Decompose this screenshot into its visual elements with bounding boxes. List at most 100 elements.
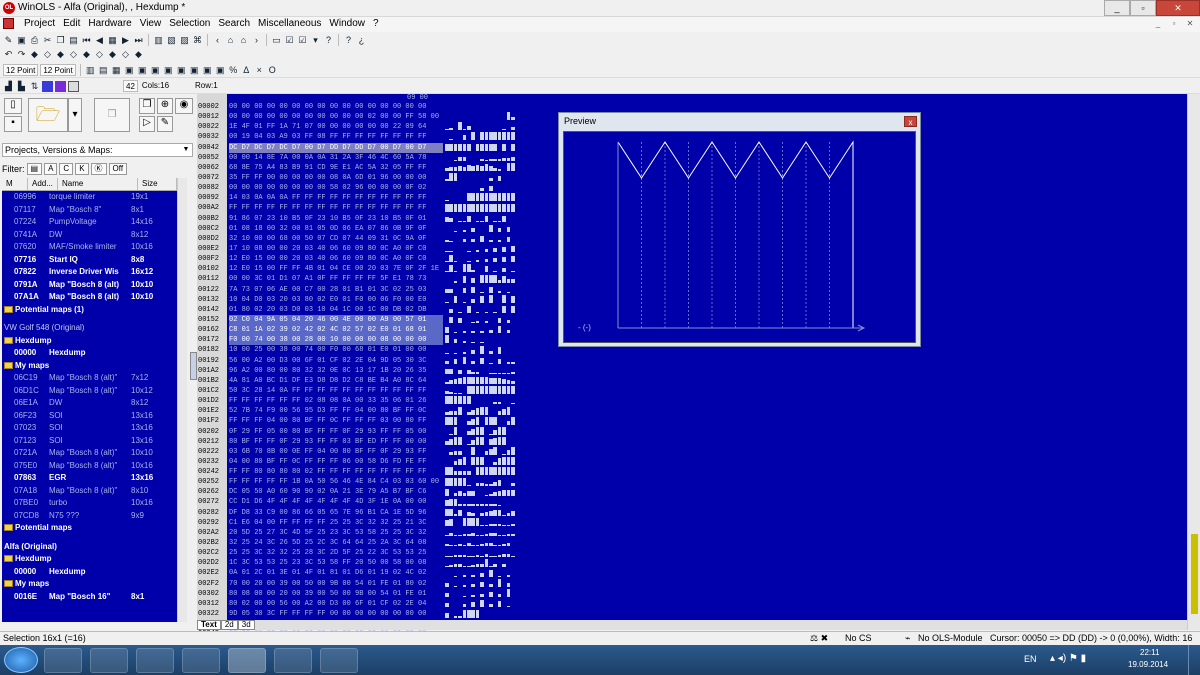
tool1-icon[interactable]: ◆ bbox=[29, 49, 40, 60]
list-item[interactable]: 06996 torque limiter 19x1 bbox=[2, 191, 177, 204]
filter-a-button[interactable]: A bbox=[44, 163, 58, 175]
hex-row[interactable]: 04 00 80 BF FF 0C FF FF FF 06 00 58 D6 F… bbox=[229, 457, 443, 467]
format6-icon[interactable]: ▣ bbox=[189, 65, 200, 76]
minimize-button[interactable]: _ bbox=[1104, 0, 1130, 16]
rows-icon[interactable]: ▤ bbox=[98, 65, 109, 76]
next-icon[interactable]: ▶ bbox=[120, 35, 131, 46]
copy-icon[interactable]: ❐ bbox=[55, 35, 66, 46]
project-tool4-button[interactable]: ▷ bbox=[139, 116, 155, 132]
context-help-icon[interactable]: ¿ bbox=[356, 35, 367, 46]
mdi-minimize-button[interactable]: _ bbox=[1152, 18, 1164, 29]
hex-row[interactable]: 00 00 00 00 00 00 00 00 00 00 00 02 00 0… bbox=[229, 112, 443, 122]
font-size-1[interactable]: 12 Point bbox=[3, 64, 39, 76]
hex-row[interactable]: 0A 01 2C 01 3E 01 4F 01 81 01 D6 01 19 0… bbox=[229, 568, 443, 578]
menu-item-hardware[interactable]: Hardware bbox=[84, 18, 135, 29]
open-icon[interactable]: ✎ bbox=[3, 35, 14, 46]
hex-row[interactable]: 68 8E 75 A4 83 B9 91 CD 9E E1 AC 5A 32 0… bbox=[229, 163, 443, 173]
tool8-icon[interactable]: ◇ bbox=[120, 49, 131, 60]
hex-row[interactable]: 14 03 0A 0A 0A FF FF FF FF FF FF FF FF F… bbox=[229, 193, 443, 203]
format4-icon[interactable]: ▣ bbox=[163, 65, 174, 76]
sort-icon[interactable]: ⇅ bbox=[29, 81, 40, 92]
hex-row[interactable]: DC D7 DC D7 DC D7 00 D7 DD D7 DD D7 00 D… bbox=[229, 142, 443, 153]
menu-item-edit[interactable]: Edit bbox=[59, 18, 84, 29]
info-icon[interactable]: ? bbox=[343, 35, 354, 46]
list-item[interactable]: 07117 Map "Bosch 8" 8x1 bbox=[2, 204, 177, 217]
new-project-button[interactable]: ▯ bbox=[4, 98, 22, 114]
menu-item-[interactable]: ? bbox=[369, 18, 383, 29]
list-item[interactable]: 0741A DW 8x12 bbox=[2, 229, 177, 242]
forward-icon[interactable]: › bbox=[251, 35, 262, 46]
cols-field[interactable]: Cols:16 bbox=[140, 80, 171, 92]
hex-row[interactable]: 32 10 00 00 68 00 50 07 CD 07 44 09 31 0… bbox=[229, 234, 443, 244]
list-item[interactable]: 07A18 Map "Bosch 8 (alt)" 8x10 bbox=[2, 485, 177, 498]
home2-icon[interactable]: ⌂ bbox=[238, 35, 249, 46]
grid-icon[interactable]: ▦ bbox=[107, 35, 118, 46]
internet-explorer-icon[interactable] bbox=[90, 648, 128, 673]
open-dropdown-button[interactable]: ▾ bbox=[68, 98, 82, 132]
projects-combo[interactable]: Projects, Versions & Maps: ▼ bbox=[2, 143, 193, 157]
potential-maps-2[interactable]: Potential maps bbox=[2, 522, 177, 535]
hex-row[interactable]: 80 BF FF FF 0F 29 93 FF FF 03 BF ED FF F… bbox=[229, 437, 443, 447]
filter-off-button[interactable]: Off bbox=[108, 163, 128, 175]
header-size[interactable]: Size bbox=[138, 178, 177, 190]
mdi-restore-button[interactable]: ▫ bbox=[1168, 18, 1180, 29]
list-item[interactable]: 075E0 Map "Bosch 8 (alt)" 10x16 bbox=[2, 460, 177, 473]
hex-row[interactable]: 03 6B 70 8B 00 0E FF 04 00 80 BF FF 0F 2… bbox=[229, 447, 443, 457]
hex-row[interactable]: 01 08 18 00 32 00 81 05 0D 06 EA 07 86 0… bbox=[229, 224, 443, 234]
menu-item-search[interactable]: Search bbox=[214, 18, 254, 29]
hex-row[interactable]: FF FF FF FF FF FF FF FF FF FF FF FF FF F… bbox=[229, 203, 443, 213]
print-icon[interactable]: ⎙ bbox=[29, 35, 40, 46]
hex-row[interactable]: 12 E0 15 00 FF FF 4B 01 04 CE 00 20 03 7… bbox=[229, 264, 443, 274]
document-icon[interactable] bbox=[3, 18, 14, 29]
percent-icon[interactable]: % bbox=[228, 65, 239, 76]
maximize-button[interactable]: ▫ bbox=[1130, 0, 1156, 16]
clock-date[interactable]: 19.09.2014 bbox=[1128, 660, 1168, 669]
tool7-icon[interactable]: ◆ bbox=[107, 49, 118, 60]
row-field[interactable]: Row:1 bbox=[193, 80, 220, 92]
dropdown-icon[interactable]: ▾ bbox=[310, 35, 321, 46]
tab-text[interactable]: Text bbox=[197, 620, 221, 630]
show-desktop-button[interactable] bbox=[1188, 645, 1200, 675]
preview-window[interactable]: Preview x - (-) bbox=[558, 112, 921, 347]
project-tool3-button[interactable]: ◉ bbox=[175, 98, 193, 114]
hex-row[interactable]: C1 E6 04 00 FF FF FF FF 25 25 3C 32 32 2… bbox=[229, 518, 443, 528]
project-list-scrollbar[interactable] bbox=[177, 178, 187, 622]
hex-row[interactable]: FF FF 80 80 80 80 02 FF FF FF FF FF FF F… bbox=[229, 467, 443, 477]
format7-icon[interactable]: ▣ bbox=[202, 65, 213, 76]
hex-row[interactable]: FF FF FF 04 00 80 BF FF 0C FF FF FF 03 0… bbox=[229, 416, 443, 426]
clock-time[interactable]: 22:11 bbox=[1140, 648, 1159, 657]
hex-row[interactable]: 35 FF FF 00 00 00 00 00 08 0A 6D 01 96 0… bbox=[229, 173, 443, 183]
window-icon[interactable]: ▭ bbox=[271, 35, 282, 46]
open-project-button[interactable]: 🗁 bbox=[28, 98, 68, 132]
project-tree[interactable]: M Add... Name Size 06996 torque limiter 19… bbox=[2, 178, 177, 622]
hexdump-group-2[interactable]: Hexdump bbox=[2, 335, 177, 348]
previous-icon[interactable]: ◀ bbox=[94, 35, 105, 46]
hex-row[interactable]: DC 05 50 A0 60 90 90 02 0A 21 3E 79 A5 B… bbox=[229, 487, 443, 497]
header-address[interactable]: Add... bbox=[28, 178, 58, 190]
list-item[interactable]: 07822 Inverse Driver Wis 16x12 bbox=[2, 266, 177, 279]
hex-row[interactable]: 17 10 08 00 00 20 03 40 06 60 09 80 0C A… bbox=[229, 244, 443, 254]
my-maps-group-3[interactable]: My maps bbox=[2, 578, 177, 591]
format5-icon[interactable]: ▣ bbox=[176, 65, 187, 76]
hexdump-scrollbar[interactable] bbox=[1187, 94, 1200, 630]
hex-row[interactable]: 00 00 3C 01 D1 07 A1 0F FF FF FF FF 5F E… bbox=[229, 274, 443, 284]
filter-chart-button[interactable]: ▤ bbox=[26, 163, 43, 175]
back-icon[interactable]: ‹ bbox=[212, 35, 223, 46]
help-icon[interactable]: ? bbox=[323, 35, 334, 46]
scroll-thumb[interactable] bbox=[1191, 534, 1198, 614]
list-item[interactable]: 07BE0 turbo 10x16 bbox=[2, 497, 177, 510]
tab-2d[interactable]: 2d bbox=[220, 620, 238, 630]
chart2-icon[interactable]: ▙ bbox=[16, 81, 27, 92]
filter-c-button[interactable]: C bbox=[59, 163, 74, 175]
chart-icon[interactable]: ▟ bbox=[3, 81, 14, 92]
tray-icons[interactable]: ▴ ◂) ⚑ ▮ bbox=[1050, 653, 1086, 664]
list-item[interactable]: 07224 PumpVoltage 14x16 bbox=[2, 216, 177, 229]
list-item[interactable]: 00000 Hexdump bbox=[2, 347, 177, 360]
list-item[interactable]: 0791A Map "Bosch 8 (alt) 10x10 bbox=[2, 279, 177, 292]
view2-icon[interactable]: ▧ bbox=[166, 35, 177, 46]
list-item[interactable]: 06C19 Map "Bosch 8 (alt)" 7x12 bbox=[2, 372, 177, 385]
start-button[interactable] bbox=[4, 647, 38, 673]
app-icon[interactable]: OL bbox=[3, 2, 15, 14]
winols-icon[interactable] bbox=[228, 648, 266, 673]
project-tool5-button[interactable]: ✎ bbox=[157, 116, 173, 132]
